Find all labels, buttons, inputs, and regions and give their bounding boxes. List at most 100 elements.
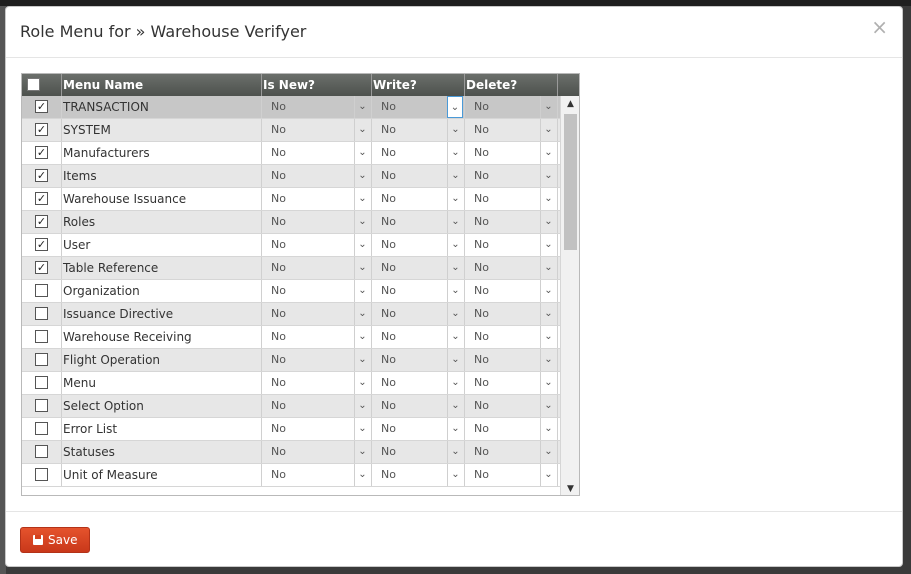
write-select[interactable]: No ⌄ [373, 234, 463, 256]
delete-select[interactable]: No ⌄ [466, 119, 556, 141]
is-new-select[interactable]: No ⌄ [263, 234, 370, 256]
chevron-down-icon[interactable]: ⌄ [540, 372, 556, 394]
table-row[interactable]: ✓ Warehouse Issuance No ⌄ No ⌄ No ⌄ [22, 188, 560, 211]
delete-select[interactable]: No ⌄ [466, 464, 556, 486]
row-checkbox[interactable] [35, 468, 48, 481]
write-select[interactable]: No ⌄ [373, 280, 463, 302]
write-select[interactable]: No ⌄ [373, 165, 463, 187]
select-all-checkbox[interactable] [27, 78, 40, 91]
save-button[interactable]: Save [20, 527, 90, 553]
row-checkbox[interactable] [35, 376, 48, 389]
delete-select[interactable]: No ⌄ [466, 234, 556, 256]
chevron-down-icon[interactable]: ⌄ [354, 464, 370, 486]
write-select[interactable]: No ⌄ [373, 96, 463, 118]
scroll-thumb[interactable] [564, 114, 577, 250]
delete-select[interactable]: No ⌄ [466, 326, 556, 348]
is-new-select[interactable]: No ⌄ [263, 96, 370, 118]
chevron-down-icon[interactable]: ⌄ [447, 326, 463, 348]
scroll-up-icon[interactable]: ▲ [561, 96, 579, 112]
delete-select[interactable]: No ⌄ [466, 372, 556, 394]
table-row[interactable]: ✓ Items No ⌄ No ⌄ No ⌄ [22, 165, 560, 188]
delete-select[interactable]: No ⌄ [466, 211, 556, 233]
row-checkbox[interactable]: ✓ [35, 146, 48, 159]
write-select[interactable]: No ⌄ [373, 303, 463, 325]
chevron-down-icon[interactable]: ⌄ [540, 441, 556, 463]
is-new-select[interactable]: No ⌄ [263, 280, 370, 302]
chevron-down-icon[interactable]: ⌄ [540, 211, 556, 233]
is-new-select[interactable]: No ⌄ [263, 418, 370, 440]
is-new-select[interactable]: No ⌄ [263, 188, 370, 210]
is-new-select[interactable]: No ⌄ [263, 349, 370, 371]
is-new-select[interactable]: No ⌄ [263, 165, 370, 187]
chevron-down-icon[interactable]: ⌄ [447, 211, 463, 233]
table-row[interactable]: Unit of Measure No ⌄ No ⌄ No ⌄ [22, 464, 560, 487]
is-new-select[interactable]: No ⌄ [263, 372, 370, 394]
table-row[interactable]: ✓ Table Reference No ⌄ No ⌄ No ⌄ [22, 257, 560, 280]
table-row[interactable]: Organization No ⌄ No ⌄ No ⌄ [22, 280, 560, 303]
table-row[interactable]: ✓ TRANSACTION No ⌄ No ⌄ No ⌄ [22, 96, 560, 119]
write-select[interactable]: No ⌄ [373, 326, 463, 348]
write-select[interactable]: No ⌄ [373, 211, 463, 233]
chevron-down-icon[interactable]: ⌄ [354, 441, 370, 463]
chevron-down-icon[interactable]: ⌄ [354, 372, 370, 394]
row-checkbox[interactable] [35, 284, 48, 297]
header-is-new[interactable]: Is New? [262, 74, 372, 96]
is-new-select[interactable]: No ⌄ [263, 303, 370, 325]
chevron-down-icon[interactable]: ⌄ [447, 257, 463, 279]
row-checkbox[interactable] [35, 399, 48, 412]
is-new-select[interactable]: No ⌄ [263, 441, 370, 463]
delete-select[interactable]: No ⌄ [466, 188, 556, 210]
chevron-down-icon[interactable]: ⌄ [540, 234, 556, 256]
row-checkbox[interactable]: ✓ [35, 261, 48, 274]
table-row[interactable]: ✓ Manufacturers No ⌄ No ⌄ No ⌄ [22, 142, 560, 165]
write-select[interactable]: No ⌄ [373, 349, 463, 371]
chevron-down-icon[interactable]: ⌄ [354, 188, 370, 210]
write-select[interactable]: No ⌄ [373, 441, 463, 463]
delete-select[interactable]: No ⌄ [466, 142, 556, 164]
write-select[interactable]: No ⌄ [373, 257, 463, 279]
chevron-down-icon[interactable]: ⌄ [354, 142, 370, 164]
row-checkbox[interactable]: ✓ [35, 169, 48, 182]
write-select[interactable]: No ⌄ [373, 464, 463, 486]
delete-select[interactable]: No ⌄ [466, 395, 556, 417]
delete-select[interactable]: No ⌄ [466, 257, 556, 279]
chevron-down-icon[interactable]: ⌄ [540, 464, 556, 486]
row-checkbox[interactable] [35, 422, 48, 435]
table-row[interactable]: Flight Operation No ⌄ No ⌄ No ⌄ [22, 349, 560, 372]
chevron-down-icon[interactable]: ⌄ [354, 211, 370, 233]
table-row[interactable]: Menu No ⌄ No ⌄ No ⌄ [22, 372, 560, 395]
chevron-down-icon[interactable]: ⌄ [540, 395, 556, 417]
write-select[interactable]: No ⌄ [373, 418, 463, 440]
row-checkbox[interactable]: ✓ [35, 192, 48, 205]
chevron-down-icon[interactable]: ⌄ [540, 188, 556, 210]
chevron-down-icon[interactable]: ⌄ [540, 119, 556, 141]
chevron-down-icon[interactable]: ⌄ [540, 280, 556, 302]
row-checkbox[interactable]: ✓ [35, 100, 48, 113]
delete-select[interactable]: No ⌄ [466, 280, 556, 302]
chevron-down-icon[interactable]: ⌄ [354, 326, 370, 348]
chevron-down-icon[interactable]: ⌄ [354, 303, 370, 325]
delete-select[interactable]: No ⌄ [466, 441, 556, 463]
close-icon[interactable]: × [871, 17, 888, 37]
write-select[interactable]: No ⌄ [373, 142, 463, 164]
chevron-down-icon[interactable]: ⌄ [447, 464, 463, 486]
chevron-down-icon[interactable]: ⌄ [447, 441, 463, 463]
row-checkbox[interactable] [35, 307, 48, 320]
is-new-select[interactable]: No ⌄ [263, 211, 370, 233]
chevron-down-icon[interactable]: ⌄ [447, 372, 463, 394]
is-new-select[interactable]: No ⌄ [263, 326, 370, 348]
chevron-down-icon[interactable]: ⌄ [447, 395, 463, 417]
chevron-down-icon[interactable]: ⌄ [447, 280, 463, 302]
table-row[interactable]: Warehouse Receiving No ⌄ No ⌄ No ⌄ [22, 326, 560, 349]
chevron-down-icon[interactable]: ⌄ [447, 418, 463, 440]
delete-select[interactable]: No ⌄ [466, 418, 556, 440]
is-new-select[interactable]: No ⌄ [263, 119, 370, 141]
chevron-down-icon[interactable]: ⌄ [540, 96, 556, 118]
chevron-down-icon[interactable]: ⌄ [447, 234, 463, 256]
header-delete[interactable]: Delete? [465, 74, 558, 96]
chevron-down-icon[interactable]: ⌄ [354, 165, 370, 187]
chevron-down-icon[interactable]: ⌄ [540, 142, 556, 164]
table-row[interactable]: Select Option No ⌄ No ⌄ No ⌄ [22, 395, 560, 418]
row-checkbox[interactable] [35, 330, 48, 343]
chevron-down-icon[interactable]: ⌄ [540, 303, 556, 325]
